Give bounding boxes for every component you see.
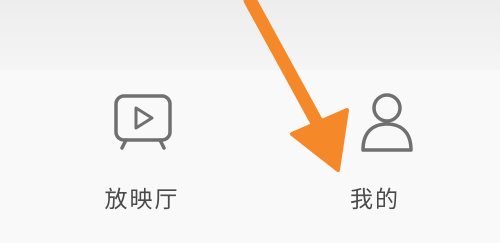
tv-play-icon — [114, 94, 172, 150]
content-area-top — [0, 0, 500, 70]
nav-label-screening-hall: 放映厅 — [104, 187, 180, 213]
nav-item-mine[interactable]: 我的 — [320, 92, 430, 217]
nav-item-screening-hall[interactable]: 放映厅 — [92, 92, 192, 217]
nav-label-mine: 我的 — [350, 187, 400, 213]
person-icon — [361, 93, 413, 152]
